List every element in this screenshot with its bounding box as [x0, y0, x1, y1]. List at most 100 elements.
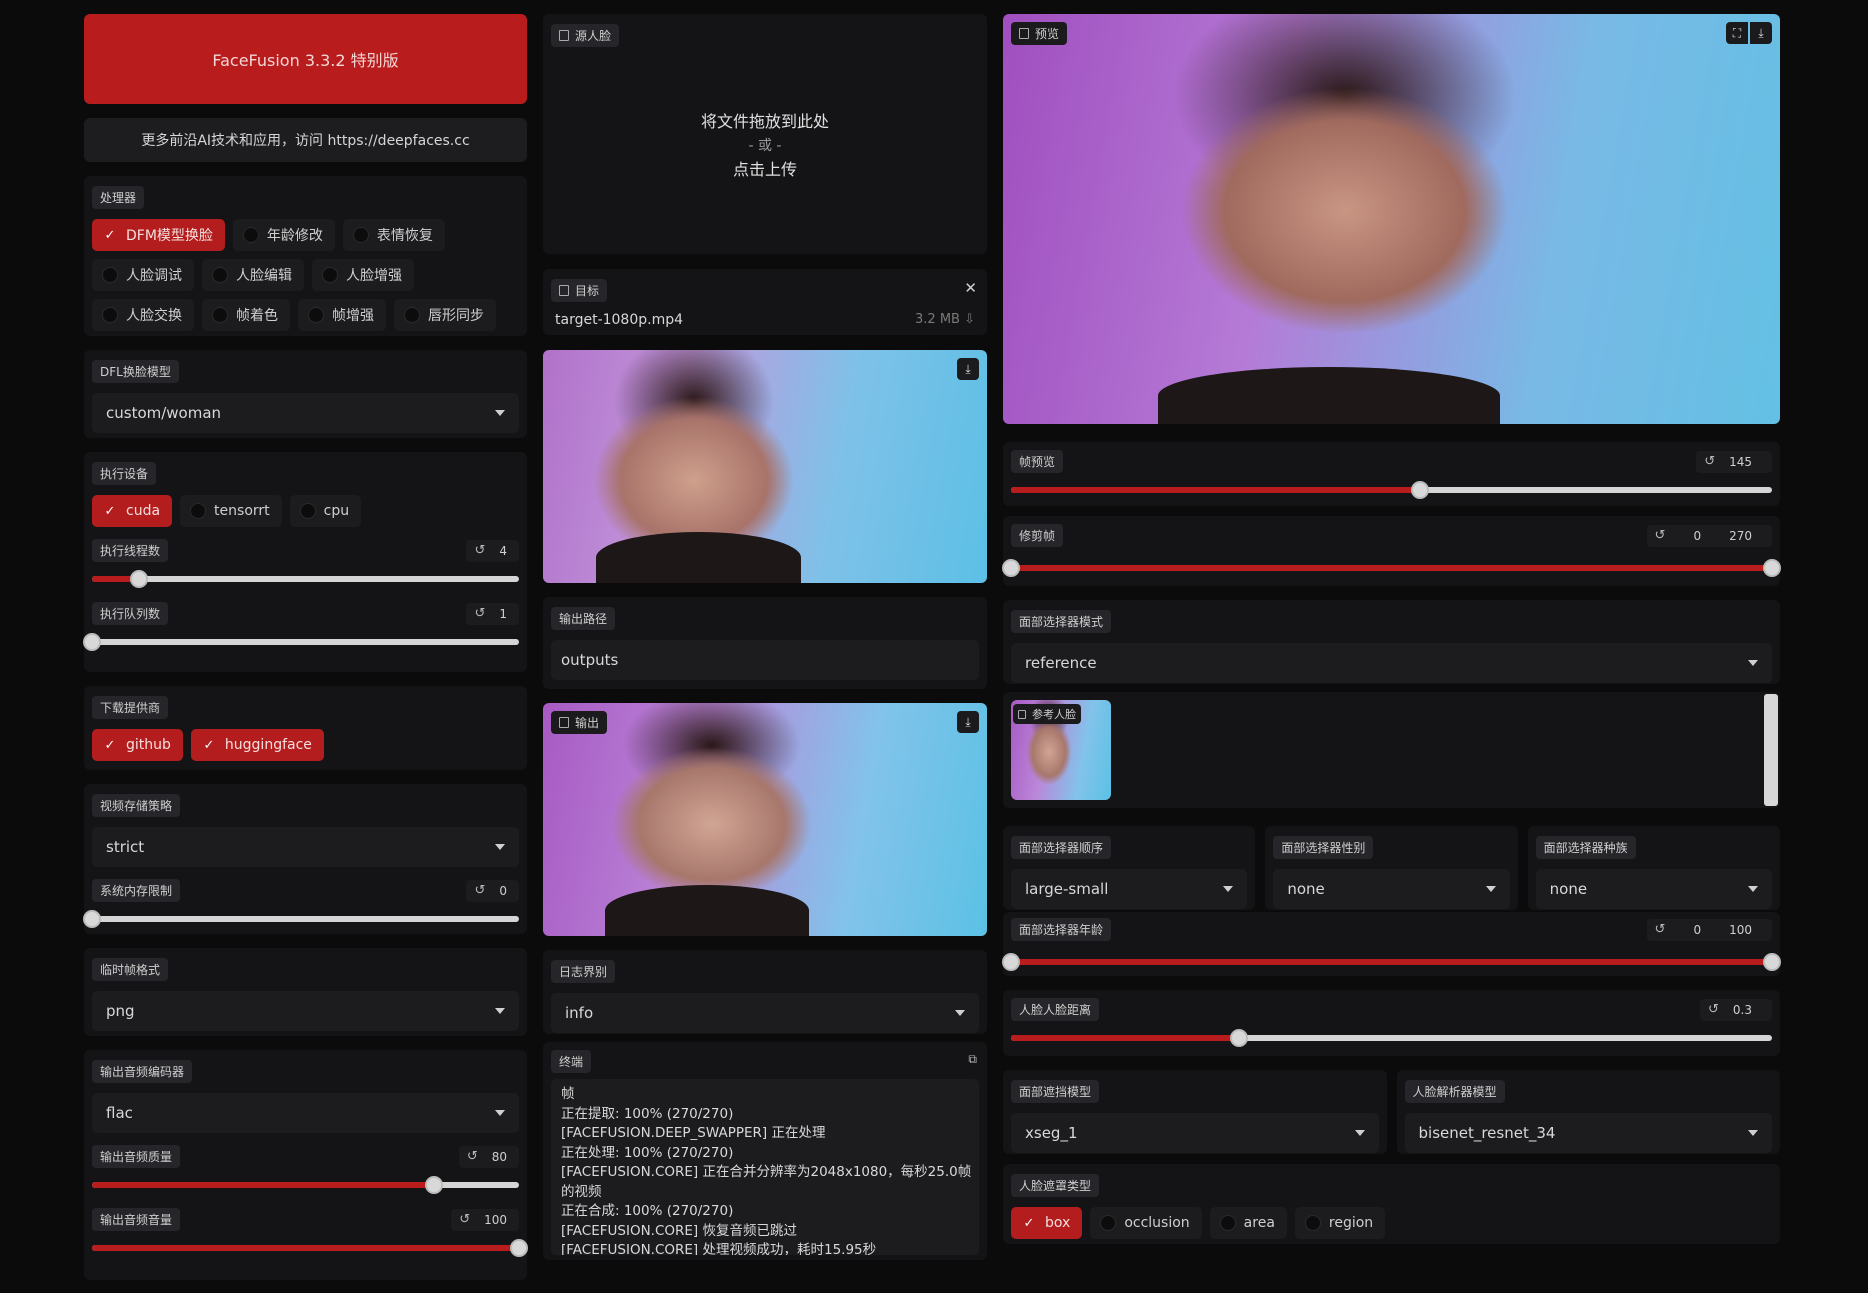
processor-checkbox[interactable]: 帧着色	[202, 299, 290, 331]
preview-image[interactable]: 预览 ⛶ ⤓	[1003, 14, 1780, 424]
face-selector-age-end[interactable]: 100	[1729, 923, 1752, 937]
slider-thumb[interactable]	[510, 1239, 528, 1257]
slider-thumb[interactable]	[424, 1176, 443, 1194]
face-mask-type-checkbox[interactable]: area	[1209, 1207, 1287, 1239]
chevron-down-icon	[1485, 886, 1496, 892]
image-icon	[1018, 709, 1026, 719]
copy-icon[interactable]: ⧉	[968, 1052, 977, 1067]
slider-thumb-end[interactable]	[1763, 559, 1781, 577]
face-selector-order-dropdown[interactable]: large-small	[1011, 869, 1248, 909]
system-memory-number[interactable]: ↺ 0	[466, 879, 519, 902]
audio-volume-number[interactable]: ↺ 100	[451, 1208, 519, 1231]
processor-checkbox[interactable]: 帧增强	[298, 299, 386, 331]
face-selector-age-slider[interactable]	[1002, 953, 1781, 971]
reset-icon[interactable]: ↺	[1704, 454, 1715, 469]
download-provider-checkbox[interactable]: ✓ huggingface	[190, 729, 324, 761]
download-icon[interactable]: ⤓	[957, 358, 979, 380]
target-filesize: 3.2 MB ⇩	[915, 312, 975, 327]
reset-icon[interactable]: ↺	[1655, 528, 1666, 543]
processor-checkbox[interactable]: 人脸增强	[312, 259, 414, 291]
close-icon[interactable]: ✕	[964, 279, 977, 297]
reset-icon[interactable]: ↺	[1708, 1002, 1719, 1017]
reference-face-thumbnail[interactable]: 参考人脸	[1011, 700, 1111, 800]
reset-icon[interactable]: ↺	[459, 1212, 470, 1227]
face-mask-type-checkbox[interactable]: occlusion	[1090, 1207, 1202, 1239]
reset-icon[interactable]: ↺	[1655, 922, 1666, 937]
audio-volume-slider[interactable]	[92, 1239, 528, 1257]
trim-frame-end[interactable]: 270	[1729, 529, 1752, 543]
log-level-label: 日志界别	[551, 960, 616, 983]
output-path-input[interactable]: outputs	[551, 640, 979, 680]
target-video-preview[interactable]: ⤓	[543, 350, 987, 583]
threads-number[interactable]: ↺ 4	[466, 539, 519, 562]
face-mask-type-checkbox[interactable]: ✓ box	[1011, 1207, 1083, 1239]
processor-checkbox[interactable]: 人脸交换	[92, 299, 194, 331]
system-memory-slider[interactable]	[83, 910, 519, 928]
source-dropzone[interactable]: 将文件拖放到此处 - 或 - 点击上传	[543, 110, 987, 182]
app-title-button[interactable]: FaceFusion 3.3.2 特别版	[84, 14, 527, 104]
processor-checkbox[interactable]: 人脸调试	[92, 259, 194, 291]
audio-encoder-dropdown[interactable]: flac	[92, 1093, 519, 1133]
frame-preview-number[interactable]: ↺ 145	[1696, 450, 1772, 473]
slider-thumb-start[interactable]	[1002, 559, 1020, 577]
threads-label: 执行线程数	[92, 539, 169, 562]
processor-checkbox[interactable]: 人脸编辑	[202, 259, 304, 291]
processor-checkbox[interactable]: 年龄修改	[232, 219, 335, 251]
face-mask-type-checkbox[interactable]: region	[1294, 1207, 1386, 1239]
reset-icon[interactable]: ↺	[474, 543, 485, 558]
processor-checkbox[interactable]: 表情恢复	[342, 219, 445, 251]
face-distance-slider[interactable]	[1011, 1029, 1772, 1047]
slider-thumb[interactable]	[1230, 1029, 1249, 1047]
promo-note[interactable]: 更多前沿AI技术和应用，访问 https://deepfaces.cc	[84, 118, 527, 162]
output-video[interactable]: 输出 ⤓	[543, 703, 987, 936]
frame-preview-panel: 帧预览 ↺ 145	[1003, 442, 1780, 506]
reset-icon[interactable]: ↺	[467, 1149, 478, 1164]
slider-thumb[interactable]	[1410, 481, 1429, 499]
temp-frame-dropdown[interactable]: png	[92, 991, 519, 1031]
execution-provider-checkbox[interactable]: tensorrt	[180, 495, 282, 527]
face-parser-dropdown[interactable]: bisenet_resnet_34	[1404, 1113, 1772, 1153]
threads-slider[interactable]	[92, 570, 519, 588]
video-memory-dropdown[interactable]: strict	[92, 827, 519, 867]
trim-frame-number[interactable]: ↺ 0 270	[1646, 524, 1772, 547]
download-icon[interactable]: ⤓	[957, 711, 979, 733]
face-selector-age-number[interactable]: ↺ 0 100	[1646, 918, 1772, 941]
queue-slider[interactable]	[83, 633, 519, 651]
download-icon[interactable]: ⤓	[1750, 22, 1772, 44]
trim-frame-slider[interactable]	[1002, 559, 1781, 577]
processor-checkbox[interactable]: ✓ DFM模型换脸	[92, 219, 225, 251]
execution-provider-checkbox[interactable]: ✓ cuda	[92, 495, 173, 527]
audio-quality-number[interactable]: ↺ 80	[458, 1145, 519, 1168]
dropzone-line-3: 点击上传	[732, 160, 797, 179]
face-selector-age-start[interactable]: 0	[1693, 923, 1701, 937]
slider-thumb[interactable]	[83, 910, 101, 928]
face-mask-type-checkbox-label: box	[1045, 1215, 1071, 1231]
audio-quality-slider[interactable]	[92, 1176, 519, 1194]
download-provider-checkbox[interactable]: ✓ github	[92, 729, 183, 761]
fullscreen-icon[interactable]: ⛶	[1726, 22, 1748, 44]
face-selector-mode-dropdown[interactable]: reference	[1011, 643, 1772, 683]
frame-preview-slider[interactable]	[1011, 481, 1772, 499]
reset-icon[interactable]: ↺	[474, 883, 485, 898]
queue-number[interactable]: ↺ 1	[466, 602, 519, 625]
target-file-row[interactable]: target-1080p.mp4 3.2 MB ⇩	[551, 312, 979, 328]
face-selector-race-dropdown[interactable]: none	[1535, 869, 1772, 909]
slider-thumb-start[interactable]	[1002, 953, 1020, 971]
slider-thumb[interactable]	[129, 570, 148, 588]
face-distance-number[interactable]: ↺ 0.3	[1700, 998, 1772, 1021]
target-filename[interactable]: target-1080p.mp4	[555, 312, 683, 328]
download-provider-checkbox-label: huggingface	[224, 737, 312, 753]
trim-frame-start[interactable]: 0	[1693, 529, 1701, 543]
audio-volume-slider-group: 输出音频音量 ↺ 100	[92, 1208, 528, 1257]
face-occluder-dropdown[interactable]: xseg_1	[1011, 1113, 1379, 1153]
log-level-dropdown[interactable]: info	[551, 993, 979, 1033]
slider-thumb-end[interactable]	[1763, 953, 1781, 971]
execution-provider-checkbox[interactable]: cpu	[289, 495, 362, 527]
processor-checkbox[interactable]: 唇形同步	[394, 299, 496, 331]
dfl-model-dropdown[interactable]: custom/woman	[92, 393, 519, 433]
terminal-output[interactable]: 帧正在提取: 100% (270/270) [FACEFUSION.DEEP_SW…	[551, 1079, 979, 1255]
slider-thumb[interactable]	[83, 633, 101, 651]
face-selector-gender-dropdown[interactable]: none	[1273, 869, 1510, 909]
reset-icon[interactable]: ↺	[474, 606, 485, 621]
scrollbar[interactable]	[1764, 694, 1778, 806]
